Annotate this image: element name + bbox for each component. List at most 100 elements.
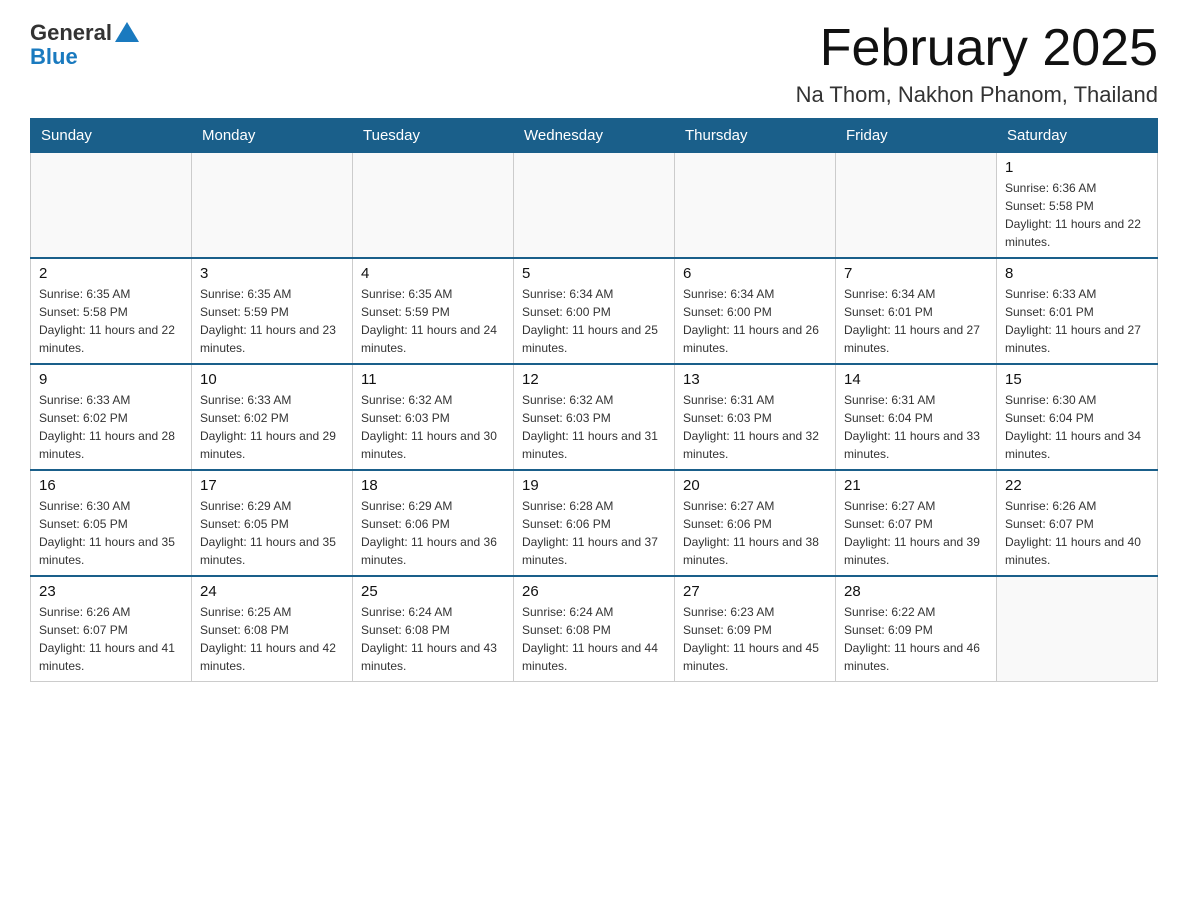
day-sun-info: Sunrise: 6:25 AMSunset: 6:08 PMDaylight:…	[200, 603, 344, 675]
day-sun-info: Sunrise: 6:33 AMSunset: 6:02 PMDaylight:…	[39, 391, 183, 463]
calendar-day-cell: 21 Sunrise: 6:27 AMSunset: 6:07 PMDayligh…	[836, 470, 997, 576]
day-number: 16	[39, 477, 183, 494]
calendar-day-cell	[514, 153, 675, 259]
calendar-day-cell: 13Sunrise: 6:31 AMSunset: 6:03 PMDayligh…	[675, 364, 836, 470]
day-sun-info: Sunrise: 6:24 AMSunset: 6:08 PMDaylight:…	[522, 603, 666, 675]
day-number: 14	[844, 371, 988, 388]
calendar-day-cell: 7 Sunrise: 6:34 AMSunset: 6:01 PMDaylight…	[836, 258, 997, 364]
calendar-day-cell: 24 Sunrise: 6:25 AMSunset: 6:08 PMDayligh…	[192, 576, 353, 682]
day-number: 17	[200, 477, 344, 494]
calendar-day-cell: 17Sunrise: 6:29 AMSunset: 6:05 PMDayligh…	[192, 470, 353, 576]
calendar-day-cell: 9 Sunrise: 6:33 AMSunset: 6:02 PMDaylight…	[31, 364, 192, 470]
page-header: General Blue February 2025 Na Thom, Nakh…	[30, 20, 1158, 108]
calendar-day-cell: 19Sunrise: 6:28 AMSunset: 6:06 PMDayligh…	[514, 470, 675, 576]
title-section: February 2025 Na Thom, Nakhon Phanom, Th…	[796, 20, 1158, 108]
calendar-day-cell	[675, 153, 836, 259]
day-number: 12	[522, 371, 666, 388]
day-sun-info: Sunrise: 6:22 AMSunset: 6:09 PMDaylight:…	[844, 603, 988, 675]
day-sun-info: Sunrise: 6:35 AMSunset: 5:59 PMDaylight:…	[200, 285, 344, 357]
day-sun-info: Sunrise: 6:35 AMSunset: 5:59 PMDaylight:…	[361, 285, 505, 357]
day-sun-info: Sunrise: 6:30 AMSunset: 6:05 PMDaylight:…	[39, 497, 183, 569]
calendar-day-cell: 15 Sunrise: 6:30 AMSunset: 6:04 PMDayligh…	[997, 364, 1158, 470]
calendar-day-cell: 14 Sunrise: 6:31 AMSunset: 6:04 PMDayligh…	[836, 364, 997, 470]
day-sun-info: Sunrise: 6:33 AMSunset: 6:02 PMDaylight:…	[200, 391, 344, 463]
calendar-week-row: 16 Sunrise: 6:30 AMSunset: 6:05 PMDayligh…	[31, 470, 1158, 576]
day-number: 15	[1005, 371, 1149, 388]
day-sun-info: Sunrise: 6:23 AMSunset: 6:09 PMDaylight:…	[683, 603, 827, 675]
calendar-week-row: 9 Sunrise: 6:33 AMSunset: 6:02 PMDaylight…	[31, 364, 1158, 470]
day-sun-info: Sunrise: 6:34 AMSunset: 6:00 PMDaylight:…	[683, 285, 827, 357]
calendar-header-row: SundayMondayTuesdayWednesdayThursdayFrid…	[31, 119, 1158, 153]
day-sun-info: Sunrise: 6:31 AMSunset: 6:04 PMDaylight:…	[844, 391, 988, 463]
day-number: 9	[39, 371, 183, 388]
calendar-day-cell: 3 Sunrise: 6:35 AMSunset: 5:59 PMDaylight…	[192, 258, 353, 364]
calendar-day-cell	[836, 153, 997, 259]
day-number: 22	[1005, 477, 1149, 494]
calendar-day-cell: 6Sunrise: 6:34 AMSunset: 6:00 PMDaylight…	[675, 258, 836, 364]
day-number: 1	[1005, 159, 1149, 176]
calendar-day-cell	[353, 153, 514, 259]
day-sun-info: Sunrise: 6:32 AMSunset: 6:03 PMDaylight:…	[522, 391, 666, 463]
calendar-day-cell	[997, 576, 1158, 682]
calendar-day-cell: 4 Sunrise: 6:35 AMSunset: 5:59 PMDaylight…	[353, 258, 514, 364]
calendar-day-cell: 22 Sunrise: 6:26 AMSunset: 6:07 PMDayligh…	[997, 470, 1158, 576]
calendar-day-cell: 5 Sunrise: 6:34 AMSunset: 6:00 PMDaylight…	[514, 258, 675, 364]
day-number: 26	[522, 583, 666, 600]
calendar-day-cell: 20Sunrise: 6:27 AMSunset: 6:06 PMDayligh…	[675, 470, 836, 576]
day-number: 28	[844, 583, 988, 600]
logo-blue-text: Blue	[30, 44, 78, 70]
calendar-table: SundayMondayTuesdayWednesdayThursdayFrid…	[30, 118, 1158, 682]
calendar-day-cell: 25 Sunrise: 6:24 AMSunset: 6:08 PMDayligh…	[353, 576, 514, 682]
day-sun-info: Sunrise: 6:34 AMSunset: 6:00 PMDaylight:…	[522, 285, 666, 357]
calendar-day-cell: 28 Sunrise: 6:22 AMSunset: 6:09 PMDayligh…	[836, 576, 997, 682]
calendar-day-cell: 10Sunrise: 6:33 AMSunset: 6:02 PMDayligh…	[192, 364, 353, 470]
calendar-location: Na Thom, Nakhon Phanom, Thailand	[796, 82, 1158, 108]
logo: General Blue	[30, 20, 139, 70]
calendar-week-row: 1 Sunrise: 6:36 AMSunset: 5:58 PMDaylight…	[31, 153, 1158, 259]
calendar-week-row: 23 Sunrise: 6:26 AMSunset: 6:07 PMDayligh…	[31, 576, 1158, 682]
day-sun-info: Sunrise: 6:33 AMSunset: 6:01 PMDaylight:…	[1005, 285, 1149, 357]
day-of-week-header: Saturday	[997, 119, 1158, 153]
day-sun-info: Sunrise: 6:32 AMSunset: 6:03 PMDaylight:…	[361, 391, 505, 463]
calendar-day-cell	[31, 153, 192, 259]
calendar-day-cell: 1 Sunrise: 6:36 AMSunset: 5:58 PMDaylight…	[997, 153, 1158, 259]
logo-general-text: General	[30, 20, 112, 46]
calendar-day-cell: 18 Sunrise: 6:29 AMSunset: 6:06 PMDayligh…	[353, 470, 514, 576]
day-of-week-header: Thursday	[675, 119, 836, 153]
day-sun-info: Sunrise: 6:26 AMSunset: 6:07 PMDaylight:…	[39, 603, 183, 675]
calendar-week-row: 2 Sunrise: 6:35 AMSunset: 5:58 PMDaylight…	[31, 258, 1158, 364]
day-sun-info: Sunrise: 6:24 AMSunset: 6:08 PMDaylight:…	[361, 603, 505, 675]
day-number: 18	[361, 477, 505, 494]
day-number: 13	[683, 371, 827, 388]
day-of-week-header: Tuesday	[353, 119, 514, 153]
calendar-title: February 2025	[796, 20, 1158, 77]
day-number: 7	[844, 265, 988, 282]
day-number: 23	[39, 583, 183, 600]
day-number: 5	[522, 265, 666, 282]
calendar-day-cell	[192, 153, 353, 259]
calendar-day-cell: 8Sunrise: 6:33 AMSunset: 6:01 PMDaylight…	[997, 258, 1158, 364]
day-of-week-header: Sunday	[31, 119, 192, 153]
day-sun-info: Sunrise: 6:28 AMSunset: 6:06 PMDaylight:…	[522, 497, 666, 569]
day-number: 3	[200, 265, 344, 282]
calendar-day-cell: 27Sunrise: 6:23 AMSunset: 6:09 PMDayligh…	[675, 576, 836, 682]
day-sun-info: Sunrise: 6:35 AMSunset: 5:58 PMDaylight:…	[39, 285, 183, 357]
calendar-day-cell: 26 Sunrise: 6:24 AMSunset: 6:08 PMDayligh…	[514, 576, 675, 682]
calendar-day-cell: 11 Sunrise: 6:32 AMSunset: 6:03 PMDayligh…	[353, 364, 514, 470]
day-sun-info: Sunrise: 6:27 AMSunset: 6:07 PMDaylight:…	[844, 497, 988, 569]
day-sun-info: Sunrise: 6:34 AMSunset: 6:01 PMDaylight:…	[844, 285, 988, 357]
day-number: 4	[361, 265, 505, 282]
day-sun-info: Sunrise: 6:26 AMSunset: 6:07 PMDaylight:…	[1005, 497, 1149, 569]
day-number: 11	[361, 371, 505, 388]
day-number: 25	[361, 583, 505, 600]
day-sun-info: Sunrise: 6:36 AMSunset: 5:58 PMDaylight:…	[1005, 179, 1149, 251]
day-of-week-header: Monday	[192, 119, 353, 153]
day-of-week-header: Friday	[836, 119, 997, 153]
day-number: 24	[200, 583, 344, 600]
day-sun-info: Sunrise: 6:29 AMSunset: 6:06 PMDaylight:…	[361, 497, 505, 569]
day-number: 21	[844, 477, 988, 494]
day-of-week-header: Wednesday	[514, 119, 675, 153]
day-sun-info: Sunrise: 6:30 AMSunset: 6:04 PMDaylight:…	[1005, 391, 1149, 463]
calendar-day-cell: 23 Sunrise: 6:26 AMSunset: 6:07 PMDayligh…	[31, 576, 192, 682]
day-number: 2	[39, 265, 183, 282]
